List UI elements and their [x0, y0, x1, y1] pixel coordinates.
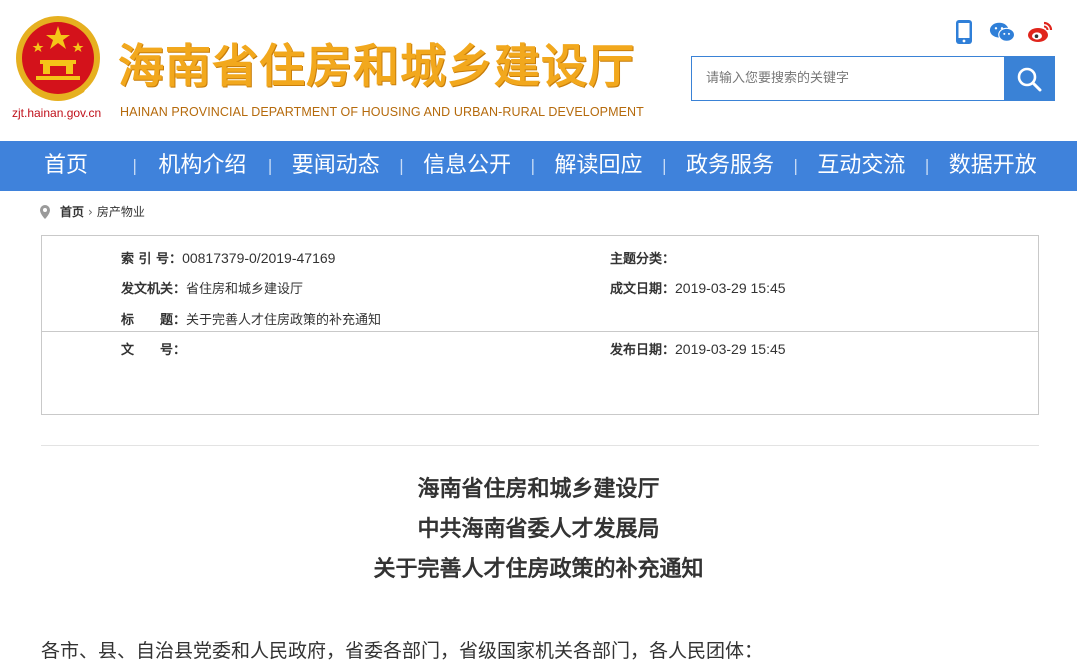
site-subtitle: HAINAN PROVINCIAL DEPARTMENT OF HOUSING … [120, 105, 644, 119]
info-divider [42, 331, 1038, 332]
nav-item-home[interactable]: 首页 [0, 141, 132, 191]
search-box [691, 56, 1055, 101]
location-pin-icon [40, 204, 50, 219]
mobile-icon[interactable] [951, 18, 977, 46]
info-topic: 主题分类： [610, 252, 676, 267]
info-created-date: 成文日期：2019-03-29 15:45 [610, 280, 786, 297]
domain-label: zjt.hainan.gov.cn [12, 106, 102, 120]
nav-item-interaction[interactable]: 互动交流 [798, 141, 924, 191]
nav-item-about[interactable]: 机构介绍 [137, 141, 267, 191]
breadcrumb-home[interactable]: 首页 [60, 203, 84, 220]
main-nav: 首页 | 机构介绍 | 要闻动态 | 信息公开 | 解读回应 | 政务服务 | … [0, 141, 1077, 191]
info-doc-number: 文 号： [121, 343, 187, 358]
info-index: 索 引 号：00817379-0/2019-47169 [121, 250, 336, 267]
top-icons [951, 18, 1053, 46]
search-button[interactable] [1004, 57, 1054, 100]
nav-item-info-disclosure[interactable]: 信息公开 [404, 141, 530, 191]
site-title[interactable]: 海南省住房和城乡建设厅 [118, 36, 635, 96]
wechat-icon[interactable] [989, 18, 1015, 46]
document-title-line-3: 关于完善人才住房政策的补充通知 [373, 557, 704, 582]
document-first-paragraph: 各市、县、自治县党委和人民政府，省委各部门，省级国家机关各部门，各人民团体： [41, 640, 764, 662]
breadcrumb: 首页 › 房产物业 [40, 203, 145, 220]
national-emblem-icon [16, 16, 100, 101]
weibo-icon[interactable] [1027, 18, 1053, 46]
document-title-line-1: 海南省住房和城乡建设厅 [417, 477, 660, 502]
search-icon [1017, 67, 1042, 91]
nav-item-news[interactable]: 要闻动态 [273, 141, 399, 191]
nav-item-services[interactable]: 政务服务 [667, 141, 793, 191]
content-divider [41, 445, 1039, 446]
breadcrumb-current[interactable]: 房产物业 [97, 203, 145, 220]
nav-item-interpretation[interactable]: 解读回应 [536, 141, 662, 191]
document-title-line-2: 中共海南省委人才发展局 [417, 517, 660, 542]
site-header: zjt.hainan.gov.cn 海南省住房和城乡建设厅 HAINAN PRO… [0, 0, 1077, 141]
info-title: 标 题：关于完善人才住房政策的补充通知 [121, 313, 382, 328]
chevron-right-icon: › [88, 204, 93, 219]
info-published-date: 发布日期：2019-03-29 15:45 [610, 341, 786, 358]
info-issuer: 发文机关：省住房和城乡建设厅 [121, 282, 304, 297]
nav-item-open-data[interactable]: 数据开放 [930, 141, 1056, 191]
search-input[interactable] [692, 57, 1004, 100]
document-info-table: 索 引 号：00817379-0/2019-47169 主题分类： 发文机关：省… [41, 235, 1039, 415]
